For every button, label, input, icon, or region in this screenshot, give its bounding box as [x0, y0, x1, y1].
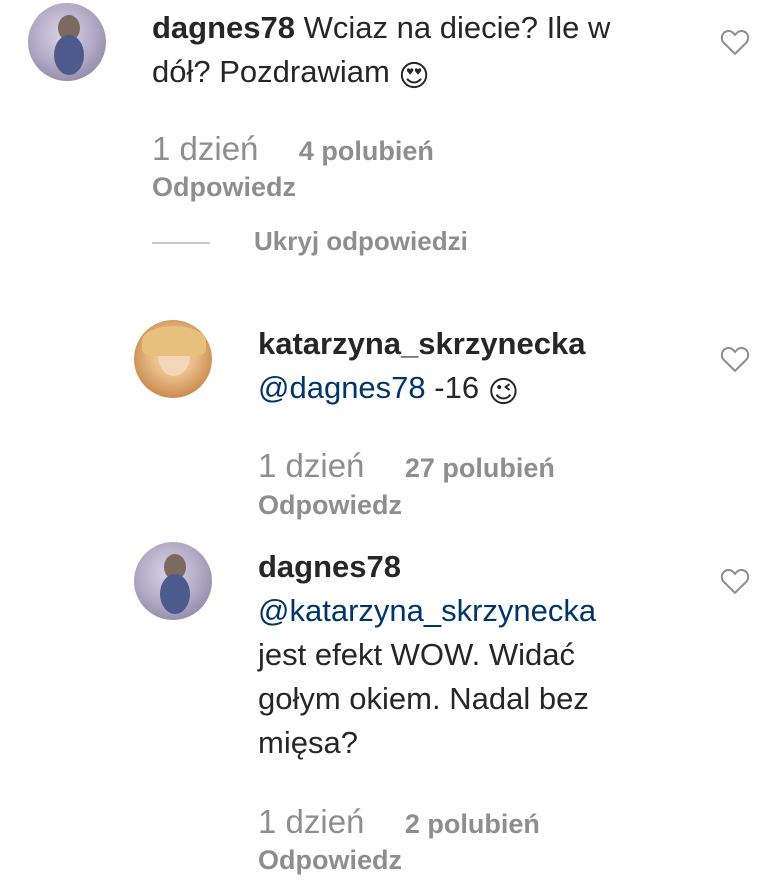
hide-replies-button[interactable]: Ukryj odpowiedzi [152, 226, 468, 257]
comment-meta: 1 dzień 4 polubień [152, 130, 434, 168]
heart-eyes-emoji: 😍 [398, 59, 430, 94]
likes-count[interactable]: 2 polubień [405, 809, 540, 839]
timestamp[interactable]: 1 dzień [258, 803, 364, 840]
comment-text: dagnes78 @katarzyna_skrzynecka jest efek… [258, 545, 698, 765]
comment-body-line-1: jest efekt WOW. Widać [258, 637, 575, 672]
username[interactable]: dagnes78 [258, 549, 401, 584]
divider [152, 242, 210, 245]
avatar[interactable] [134, 542, 212, 620]
username[interactable]: katarzyna_skrzynecka [258, 326, 585, 361]
comment-text: katarzyna_skrzynecka @dagnes78 -16 😉 [258, 322, 698, 415]
heart-icon[interactable] [720, 345, 750, 373]
timestamp[interactable]: 1 dzień [152, 130, 258, 167]
timestamp[interactable]: 1 dzień [258, 447, 364, 484]
username[interactable]: dagnes78 [152, 10, 295, 45]
comment-body: -16 [434, 370, 480, 405]
avatar[interactable] [134, 320, 212, 398]
hide-replies-label: Ukryj odpowiedzi [254, 226, 468, 256]
comment-meta: 1 dzień 27 polubień [258, 447, 555, 485]
mention-link[interactable]: @katarzyna_skrzynecka [258, 593, 596, 628]
mention-link[interactable]: @dagnes78 [258, 370, 426, 405]
comment-text: dagnes78 Wciaz na diecie? Ile w dół? Poz… [152, 6, 692, 99]
likes-count[interactable]: 4 polubień [299, 136, 434, 166]
comment-body-line-1: Wciaz na diecie? Ile w [303, 10, 611, 45]
reply-button[interactable]: Odpowiedz [258, 845, 402, 876]
comment-body-line-3: mięsa? [258, 725, 358, 760]
heart-icon[interactable] [720, 28, 750, 56]
comment-meta: 1 dzień 2 polubień [258, 803, 540, 841]
heart-icon[interactable] [720, 567, 750, 595]
avatar[interactable] [28, 3, 106, 81]
reply-button[interactable]: Odpowiedz [258, 490, 402, 521]
comment-body-line-2: gołym okiem. Nadal bez [258, 681, 589, 716]
winking-emoji: 😉 [487, 375, 519, 410]
reply-button[interactable]: Odpowiedz [152, 172, 296, 203]
comment-body-line-2: dół? Pozdrawiam [152, 54, 390, 89]
likes-count[interactable]: 27 polubień [405, 453, 555, 483]
